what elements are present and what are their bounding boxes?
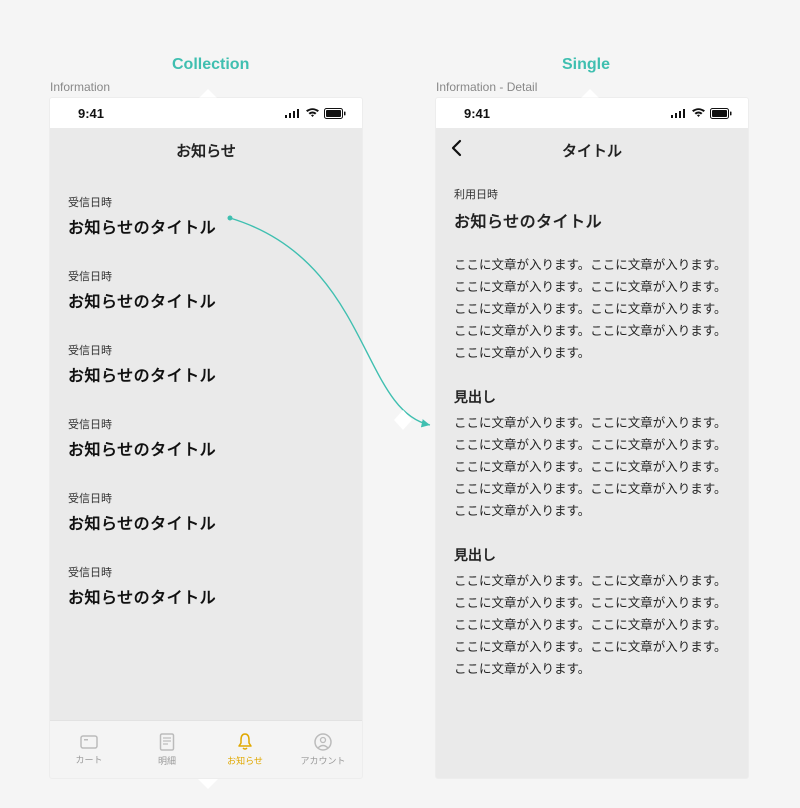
nav-title: タイトル [562,140,622,161]
list-item[interactable]: 受信日時 お知らせのタイトル [50,402,362,476]
tab-label: お知らせ [227,754,263,767]
phone-collection: 9:41 お知らせ 受信日時 お知らせのタイトル 受信日時 お知らせのタイトル … [50,98,362,778]
list-item[interactable]: 受信日時 お知らせのタイトル [50,254,362,328]
detail-heading: 見出し [454,385,730,410]
list-item-meta: 受信日時 [68,564,344,580]
document-icon [159,733,175,751]
wifi-icon [691,108,706,118]
list-item-meta: 受信日時 [68,490,344,506]
chevron-left-icon [450,139,462,157]
list-item[interactable]: 受信日時 お知らせのタイトル [50,328,362,402]
list-item-title: お知らせのタイトル [68,510,344,534]
label-single: Single [562,56,610,74]
back-button[interactable] [450,139,462,161]
label-information-detail: Information - Detail [436,80,537,94]
detail-paragraph: ここに文章が入ります。ここに文章が入ります。ここに文章が入ります。ここに文章が入… [454,413,730,522]
list-item-meta: 受信日時 [68,194,344,210]
cart-icon [79,734,99,750]
account-icon [314,733,332,751]
list-item-title: お知らせのタイトル [68,362,344,386]
tab-label: 明細 [158,754,176,767]
status-bar: 9:41 [50,98,362,128]
wifi-icon [305,108,320,118]
battery-icon [324,108,346,119]
nav-bar: タイトル [436,128,748,172]
divider-zigzag [394,400,412,460]
detail-meta: 利用日時 [454,186,730,205]
list-item[interactable]: 受信日時 お知らせのタイトル [50,550,362,624]
signal-icon [285,108,301,118]
tab-label: カート [75,753,102,766]
tab-cart[interactable]: カート [50,721,128,778]
status-time: 9:41 [78,106,104,121]
bell-icon [237,733,253,751]
status-icons [285,108,346,119]
pointer-triangle-bottom [198,779,218,789]
status-icons [671,108,732,119]
tab-bar: カート 明細 お知らせ アカウント [50,720,362,778]
phone-detail: 9:41 タイトル 利用日時 お知らせのタイトル ここに文章が入ります。ここに文… [436,98,748,778]
detail-paragraph: ここに文章が入ります。ここに文章が入ります。ここに文章が入ります。ここに文章が入… [454,571,730,680]
detail-title: お知らせのタイトル [454,209,730,237]
list-item-title: お知らせのタイトル [68,436,344,460]
nav-title: お知らせ [176,140,236,161]
status-time: 9:41 [464,106,490,121]
nav-bar: お知らせ [50,128,362,172]
list-item[interactable]: 受信日時 お知らせのタイトル [50,476,362,550]
tab-account[interactable]: アカウント [284,721,362,778]
list-item-meta: 受信日時 [68,342,344,358]
list-item-meta: 受信日時 [68,416,344,432]
tab-label: アカウント [300,754,345,767]
signal-icon [671,108,687,118]
list-item-title: お知らせのタイトル [68,214,344,238]
status-bar: 9:41 [436,98,748,128]
notification-list: 受信日時 お知らせのタイトル 受信日時 お知らせのタイトル 受信日時 お知らせの… [50,172,362,624]
list-item-title: お知らせのタイトル [68,584,344,608]
battery-icon [710,108,732,119]
list-item-title: お知らせのタイトル [68,288,344,312]
tab-notifications[interactable]: お知らせ [206,721,284,778]
label-collection: Collection [172,56,249,74]
detail-paragraph: ここに文章が入ります。ここに文章が入ります。ここに文章が入ります。ここに文章が入… [454,255,730,364]
list-item[interactable]: 受信日時 お知らせのタイトル [50,180,362,254]
detail-heading: 見出し [454,543,730,568]
list-item-meta: 受信日時 [68,268,344,284]
label-information: Information [50,80,110,94]
tab-details[interactable]: 明細 [128,721,206,778]
detail-body: 利用日時 お知らせのタイトル ここに文章が入ります。ここに文章が入ります。ここに… [436,172,748,702]
